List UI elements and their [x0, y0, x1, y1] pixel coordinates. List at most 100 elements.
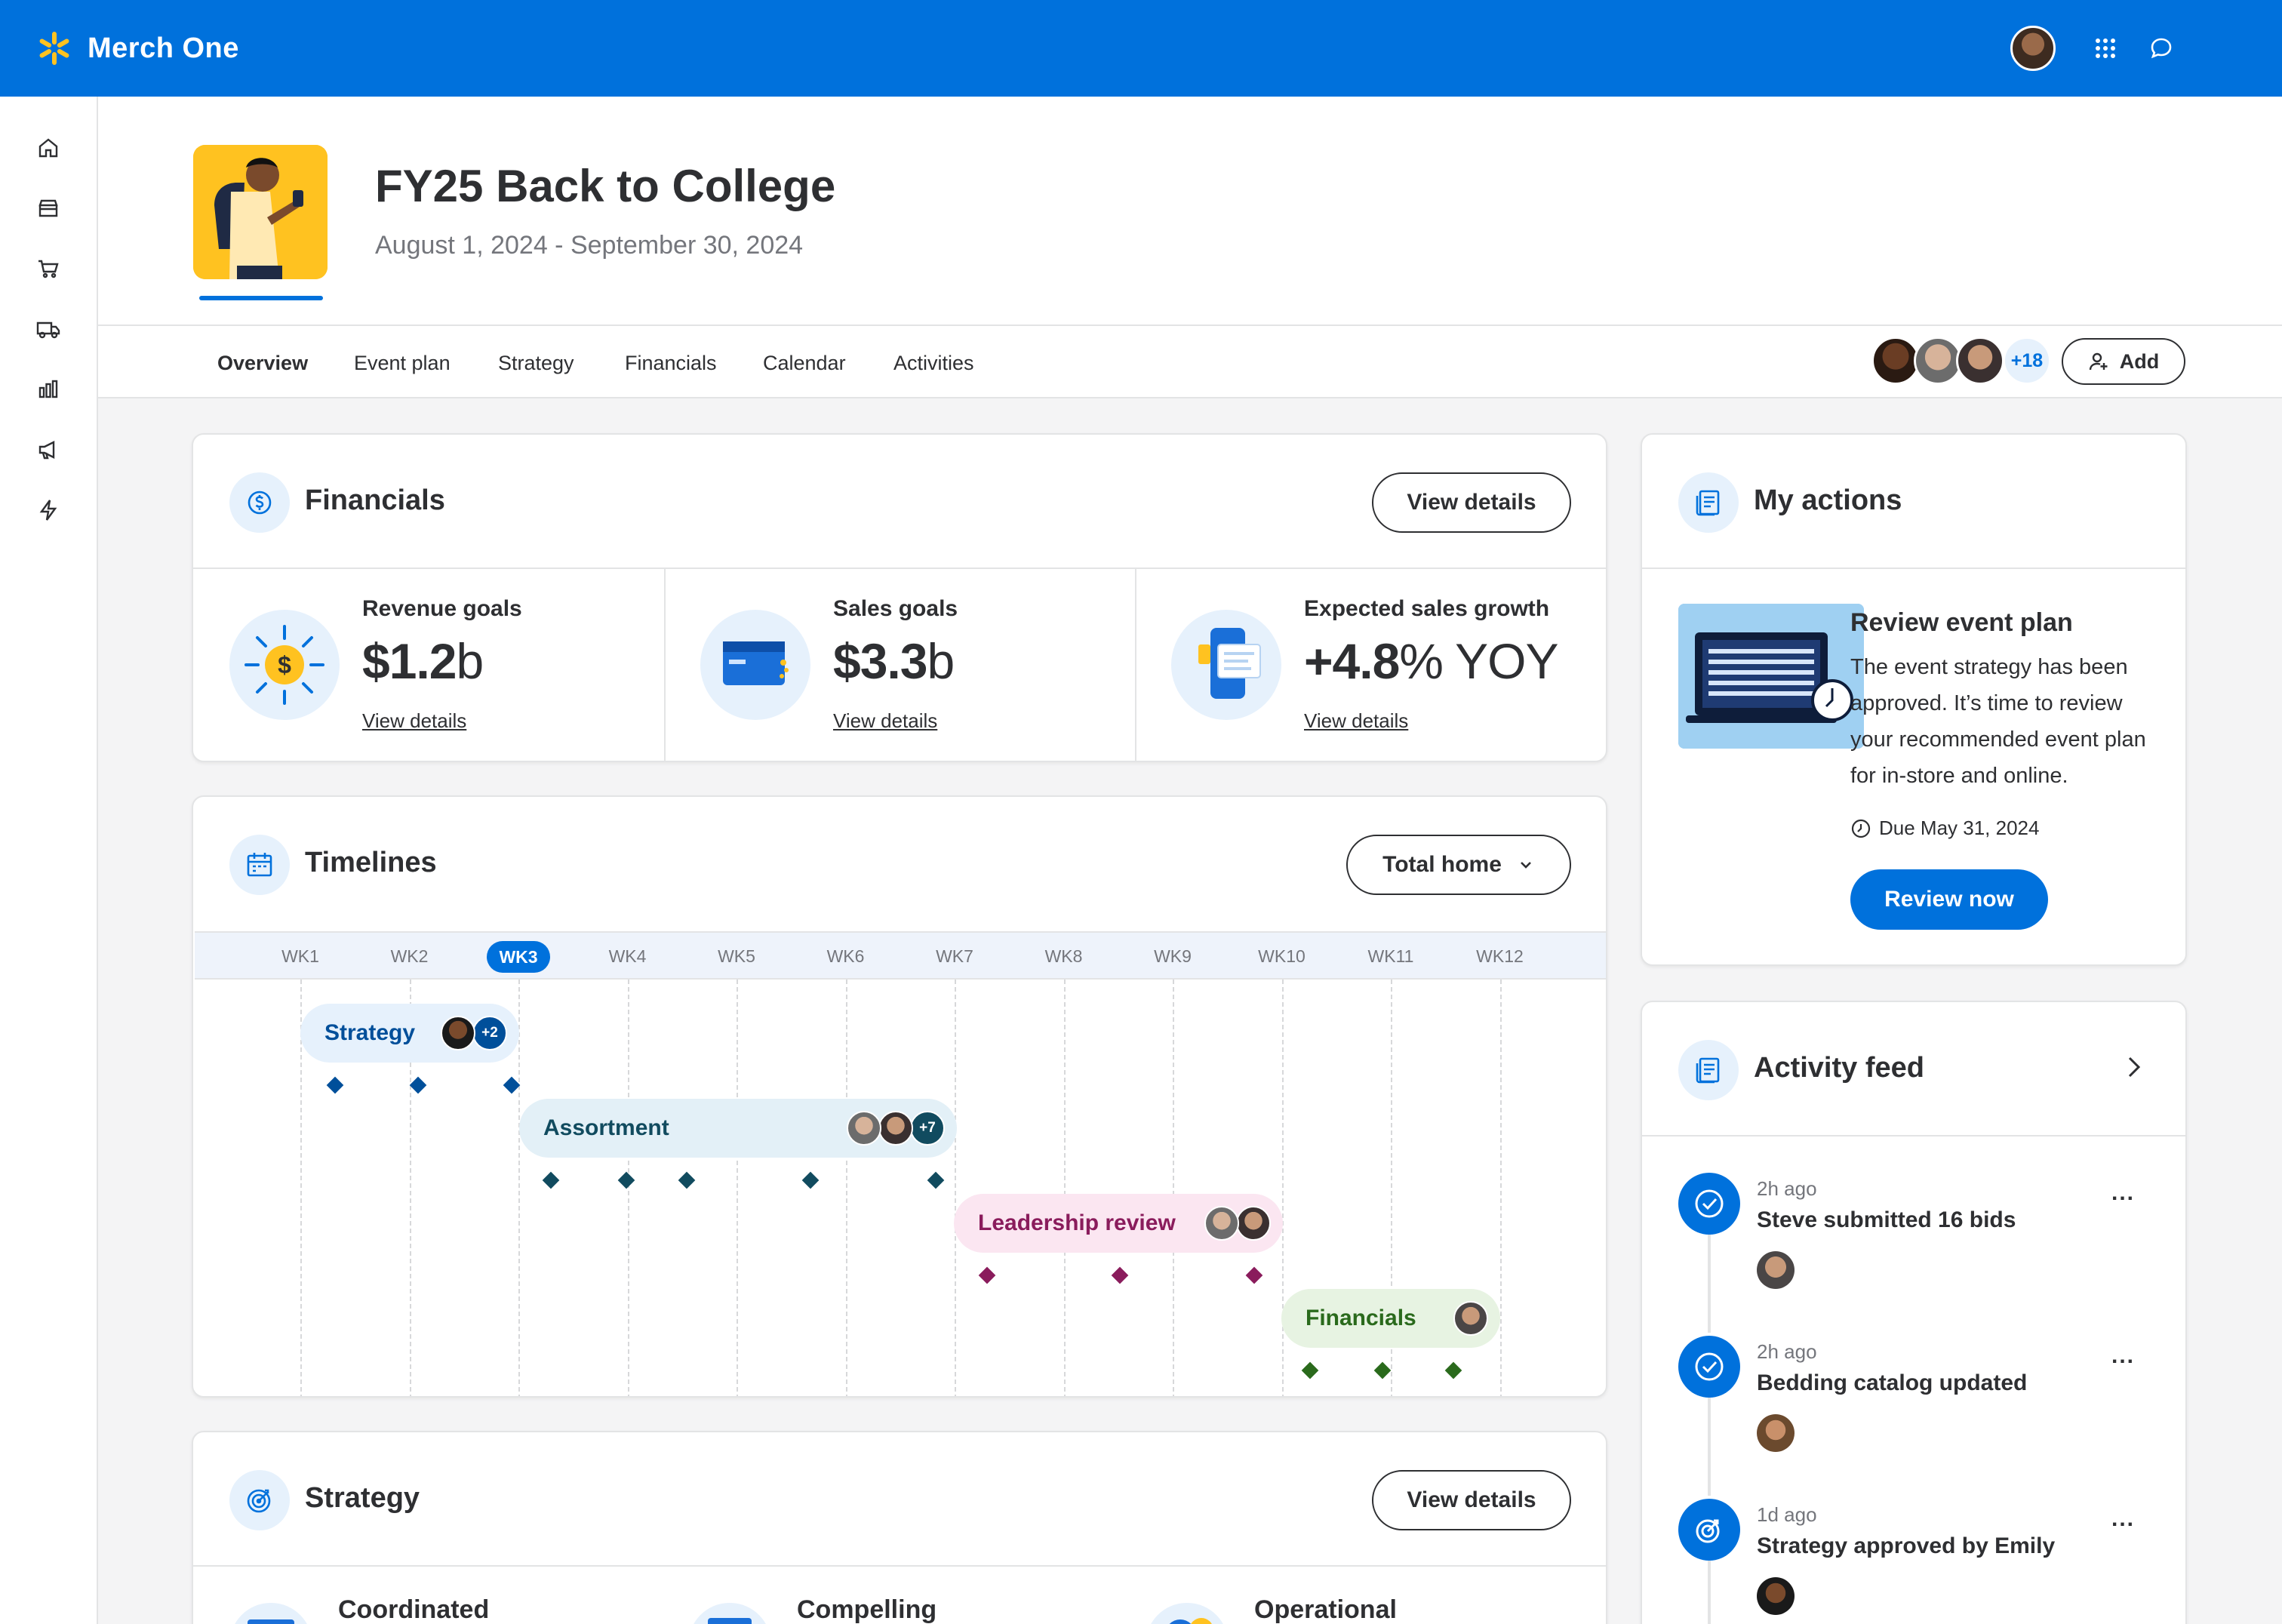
financials-view-details-button[interactable]: View details	[1372, 472, 1571, 533]
due-date: Due May 31, 2024	[1850, 817, 2039, 840]
phase-more-members[interactable]: +7	[910, 1111, 945, 1146]
tab-calendar[interactable]: Calendar	[763, 352, 846, 375]
timelines-card: Timelines Total home WK1 WK2 WK3 WK4 WK5 WK6 W…	[192, 795, 1607, 1398]
week-gridline	[1063, 980, 1066, 1396]
phase-member-avatar[interactable]	[441, 1016, 475, 1050]
due-date-label: Due May 31, 2024	[1879, 817, 2040, 839]
app-title: Merch One	[88, 32, 239, 64]
add-collaborator-button[interactable]: Add	[2062, 338, 2185, 385]
phase-member-avatar[interactable]	[1453, 1301, 1488, 1336]
card-divider	[193, 1565, 1606, 1567]
milestone-marker[interactable]	[678, 1171, 696, 1189]
milestone-marker[interactable]	[503, 1076, 521, 1094]
my-actions-title: My actions	[1754, 484, 1902, 516]
active-tab-indicator	[199, 296, 323, 300]
bolt-icon[interactable]	[30, 492, 66, 528]
operational-icon	[1146, 1603, 1229, 1624]
milestone-marker[interactable]	[617, 1171, 635, 1189]
milestone-marker[interactable]	[801, 1171, 820, 1189]
week-gridline	[955, 980, 956, 1396]
week-label-wk5: WK5	[718, 946, 755, 966]
user-avatar[interactable]	[2010, 26, 2056, 71]
collaborators-more-count[interactable]: +18	[2003, 337, 2051, 385]
brand[interactable]: Merch One	[36, 26, 239, 71]
feed-item-time: 2h ago	[1757, 1177, 1817, 1200]
strategy-item-coordinated: Coordinated	[338, 1595, 490, 1624]
event-dates: August 1, 2024 - September 30, 2024	[375, 231, 804, 260]
apps-grid-icon[interactable]	[2087, 30, 2124, 66]
megaphone-icon[interactable]	[30, 432, 66, 468]
target-icon	[229, 1470, 290, 1530]
feed-item-avatar[interactable]	[1757, 1251, 1795, 1289]
milestone-marker[interactable]	[1111, 1266, 1129, 1284]
tab-overview[interactable]: Overview	[217, 352, 308, 375]
expected-sales-growth-view-details-link[interactable]: View details	[1304, 709, 1408, 733]
action-description: The event strategy has been approved. It…	[1850, 655, 2146, 788]
tab-event-plan[interactable]: Event plan	[354, 352, 451, 375]
week-gridline	[627, 980, 629, 1396]
check-circle-icon	[1678, 1173, 1740, 1235]
phase-member-avatar[interactable]	[1204, 1206, 1239, 1241]
milestone-marker[interactable]	[978, 1266, 996, 1284]
week-gridline	[1173, 980, 1174, 1396]
feed-item-avatar[interactable]	[1757, 1577, 1795, 1615]
timelines-title: Timelines	[305, 847, 437, 878]
cart-icon[interactable]	[30, 251, 66, 287]
week-label-wk8: WK8	[1044, 946, 1083, 966]
milestone-marker[interactable]	[326, 1076, 344, 1094]
milestone-marker[interactable]	[1373, 1361, 1392, 1379]
milestone-marker[interactable]	[1444, 1361, 1462, 1379]
timeline-filter-dropdown[interactable]: Total home	[1346, 835, 1571, 895]
chevron-down-icon	[1520, 862, 1531, 869]
chevron-right-icon[interactable]	[2117, 1050, 2151, 1087]
strategy-view-details-button[interactable]: View details	[1372, 1470, 1571, 1530]
tab-activities[interactable]: Activities	[893, 352, 974, 375]
phase-member-avatar[interactable]	[1236, 1206, 1271, 1241]
collaborator-avatar[interactable]	[1871, 337, 1920, 385]
phase-member-avatar[interactable]	[847, 1111, 881, 1146]
add-user-icon	[2089, 352, 2108, 371]
svg-text:$: $	[278, 651, 291, 678]
week-label-wk7: WK7	[936, 946, 973, 966]
phase-more-members[interactable]: +2	[472, 1016, 507, 1050]
milestone-marker[interactable]	[1245, 1266, 1263, 1284]
strategy-title: Strategy	[305, 1482, 420, 1514]
timeline-filter-value: Total home	[1382, 852, 1502, 877]
feed-item-avatar[interactable]	[1757, 1414, 1795, 1452]
feed-item-more-button[interactable]: ...	[2111, 1506, 2135, 1532]
tab-financials[interactable]: Financials	[625, 352, 717, 375]
credit-card-icon	[700, 610, 810, 720]
check-circle-icon	[1678, 1336, 1740, 1398]
feed-item-text: Strategy approved by Emily	[1757, 1533, 2056, 1558]
sales-goals-view-details-link[interactable]: View details	[833, 709, 937, 733]
milestone-marker[interactable]	[409, 1076, 427, 1094]
home-icon[interactable]	[30, 130, 66, 166]
sun-dollar-icon: $	[229, 610, 340, 720]
milestone-marker[interactable]	[542, 1171, 560, 1189]
review-now-button[interactable]: Review now	[1850, 869, 2048, 930]
feed-connector	[1708, 1556, 1711, 1624]
feed-item-more-button[interactable]: ...	[2111, 1180, 2135, 1206]
truck-icon[interactable]	[30, 311, 66, 347]
event-illustration	[193, 145, 328, 279]
activity-feed-card: Activity feed 2h ago Steve submitted 16 …	[1641, 1001, 2187, 1624]
week-label-wk3: WK3	[487, 941, 550, 973]
feed-item-more-button[interactable]: ...	[2111, 1343, 2135, 1369]
add-button-label: Add	[2119, 349, 2160, 373]
phase-member-avatar[interactable]	[878, 1111, 913, 1146]
milestone-marker[interactable]	[927, 1171, 945, 1189]
feed-item-text: Bedding catalog updated	[1757, 1370, 2028, 1395]
chat-icon[interactable]	[2143, 30, 2179, 66]
revenue-goals-view-details-link[interactable]: View details	[362, 709, 466, 733]
expected-sales-growth-value: +4.8% YOY	[1304, 633, 1559, 689]
coordinated-icon	[229, 1603, 312, 1624]
bar-chart-icon[interactable]	[30, 371, 66, 408]
collaborator-avatar[interactable]	[1956, 337, 2004, 385]
collaborator-avatar[interactable]	[1914, 337, 1962, 385]
store-icon[interactable]	[30, 190, 66, 226]
milestone-marker[interactable]	[1301, 1361, 1319, 1379]
week-label-wk10: WK10	[1258, 946, 1306, 966]
week-gridline	[845, 980, 847, 1396]
week-gridline	[737, 980, 738, 1396]
tab-strategy[interactable]: Strategy	[498, 352, 574, 375]
